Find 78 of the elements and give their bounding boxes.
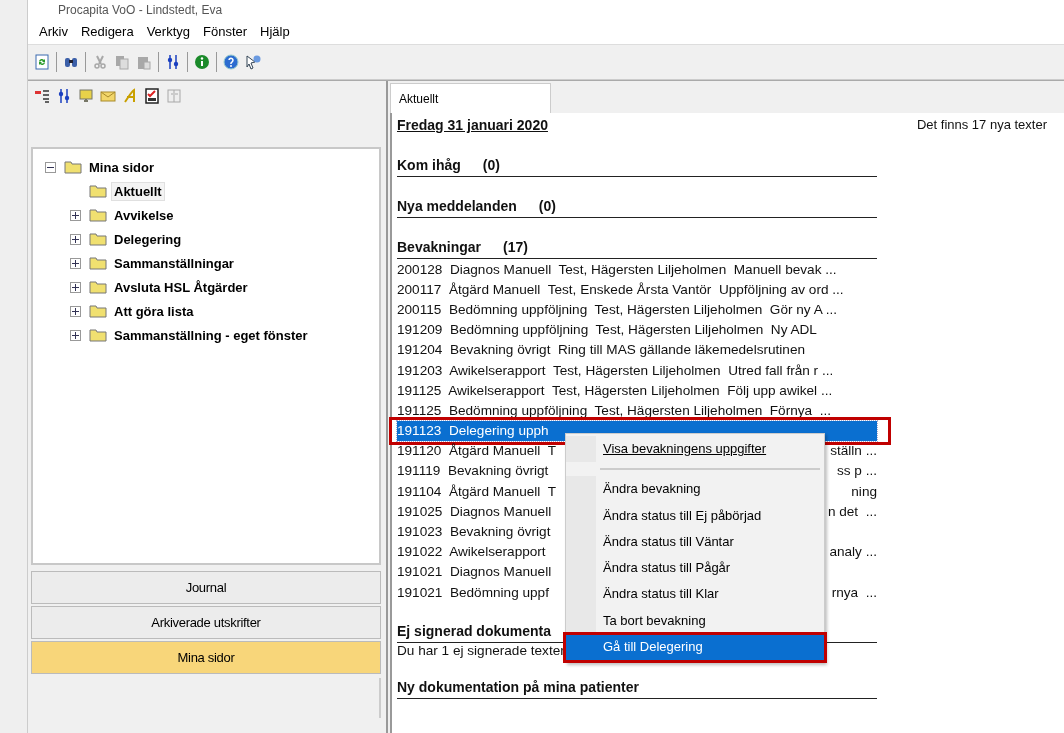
monitor-icon[interactable]: [78, 88, 94, 104]
tree-item[interactable]: Aktuellt: [112, 182, 164, 200]
help-icon[interactable]: [223, 54, 239, 70]
section-count: (17): [503, 239, 528, 257]
folder-icon: [64, 160, 82, 174]
tree-item[interactable]: Sammanställning - eget fönster: [112, 326, 310, 344]
row-text[interactable]: ställn ...: [830, 443, 877, 459]
row-text[interactable]: n det ...: [827, 503, 877, 519]
expand-icon[interactable]: [70, 281, 81, 293]
nav-button[interactable]: Arkiverade utskrifter: [31, 606, 381, 639]
menu-item[interactable]: Gå till Delegering: [566, 634, 824, 661]
row-text[interactable]: 200128 Diagnos Manuell Test, Hägersten Liljeholmen Manuell bevak ...: [397, 261, 837, 277]
row-text[interactable]: 191209 Bedömning uppföljning Test, Hägersten Liljeholmen Ny ADL: [397, 322, 817, 338]
tree-item[interactable]: Mina sidor: [87, 158, 156, 176]
row-text[interactable]: analy ...: [829, 544, 877, 560]
section-count: (0): [482, 157, 500, 175]
row-text[interactable]: 191125 Bedömning uppföljning Test, Hägersten Liljeholmen Förnya ...: [397, 402, 831, 418]
row-text[interactable]: 191203 Awikelserapport Test, Hägersten Liljeholmen Utred fall från r ...: [397, 362, 834, 378]
message-text: Du har 1 ej signerade texter: [397, 643, 565, 659]
row-text[interactable]: 200115 Bedömning uppföljning Test, Hägersten Liljeholmen Gör ny A ...: [397, 301, 838, 317]
section-count: (0): [538, 198, 556, 216]
envelope-icon[interactable]: [100, 88, 116, 104]
checklist-icon[interactable]: [144, 88, 160, 104]
tree-item[interactable]: Delegering: [112, 230, 184, 248]
section-title: Ny dokumentation på mina patienter: [397, 679, 639, 698]
row-text[interactable]: 191204 Bevakning övrigt Ring till MAS gällande läkemedelsrutinen: [397, 342, 806, 358]
folder-icon: [89, 232, 107, 246]
row-text[interactable]: 191021 Diagnos Manuell: [397, 564, 552, 580]
row-text[interactable]: 191104 Åtgärd Manuell T: [397, 483, 556, 499]
expand-icon[interactable]: [70, 329, 81, 341]
section-title: Nya meddelanden: [397, 198, 517, 216]
nav-button[interactable]: Mina sidor: [31, 641, 381, 674]
nav-button[interactable]: Journal: [31, 571, 381, 604]
section-title: Kom ihåg: [397, 157, 461, 175]
folder-icon: [89, 184, 107, 198]
row-text[interactable]: rnya ...: [831, 584, 877, 600]
folder-icon: [89, 280, 107, 294]
row-text[interactable]: ss p ...: [836, 463, 877, 479]
row-text[interactable]: 191025 Diagnos Manuell: [397, 503, 552, 519]
expand-icon[interactable]: [70, 305, 81, 317]
row-text[interactable]: 191120 Åtgärd Manuell T: [397, 443, 556, 459]
expand-icon[interactable]: [70, 209, 81, 221]
pointer-help-icon[interactable]: [245, 54, 261, 70]
menu-item[interactable]: Fönster: [198, 23, 256, 39]
folder-icon: [89, 328, 107, 342]
row-text[interactable]: ning: [851, 483, 877, 499]
tree-item[interactable]: Sammanställningar: [112, 254, 236, 272]
window-title: Procapita VoO - Lindstedt, Eva: [58, 3, 223, 17]
menu-item[interactable]: Hjälp: [255, 23, 298, 39]
folder-icon: [89, 208, 107, 222]
date-heading: Fredag 31 januari 2020: [397, 117, 548, 135]
sliders-icon[interactable]: [56, 88, 72, 104]
menu-item[interactable]: Arkiv: [34, 23, 76, 39]
menu-item[interactable]: Redigera: [75, 23, 142, 39]
tree-item[interactable]: Avvikelse: [112, 206, 176, 224]
folder-icon: [89, 304, 107, 318]
tree-item[interactable]: Avsluta HSL Åtgärder: [112, 278, 250, 296]
row-text[interactable]: 191123 Delegering upph: [397, 423, 549, 439]
notice-text: Det finns 17 nya texter: [916, 117, 1047, 134]
list-icon[interactable]: [34, 88, 50, 104]
row-text[interactable]: 191119 Bevakning övrigt: [397, 463, 549, 479]
row-text[interactable]: 191023 Bevakning övrigt: [397, 524, 551, 540]
row-text[interactable]: 191125 Awikelserapport Test, Hägersten Liljeholmen Följ upp awikel ...: [397, 382, 833, 398]
expand-icon[interactable]: [70, 257, 81, 269]
section-title: Bevakningar: [397, 239, 482, 257]
tree-item[interactable]: Att göra lista: [112, 302, 196, 320]
tab[interactable]: Aktuellt: [390, 83, 552, 113]
collapse-icon[interactable]: [45, 161, 56, 173]
folder-icon: [89, 256, 107, 270]
expand-icon[interactable]: [70, 233, 81, 245]
info-icon[interactable]: [194, 54, 210, 70]
sliders-icon[interactable]: [165, 54, 181, 70]
row-text[interactable]: 191021 Bedömning uppf: [397, 584, 549, 600]
menu-item[interactable]: Verktyg: [141, 23, 198, 39]
row-text[interactable]: 191022 Awikelserapport: [397, 544, 546, 560]
refresh-icon[interactable]: [34, 54, 50, 70]
section-title: Ej signerad dokumenta: [397, 623, 552, 642]
row-text[interactable]: 200117 Åtgärd Manuell Test, Enskede Årsta Vantör Uppföljning av ord ...: [397, 281, 844, 297]
